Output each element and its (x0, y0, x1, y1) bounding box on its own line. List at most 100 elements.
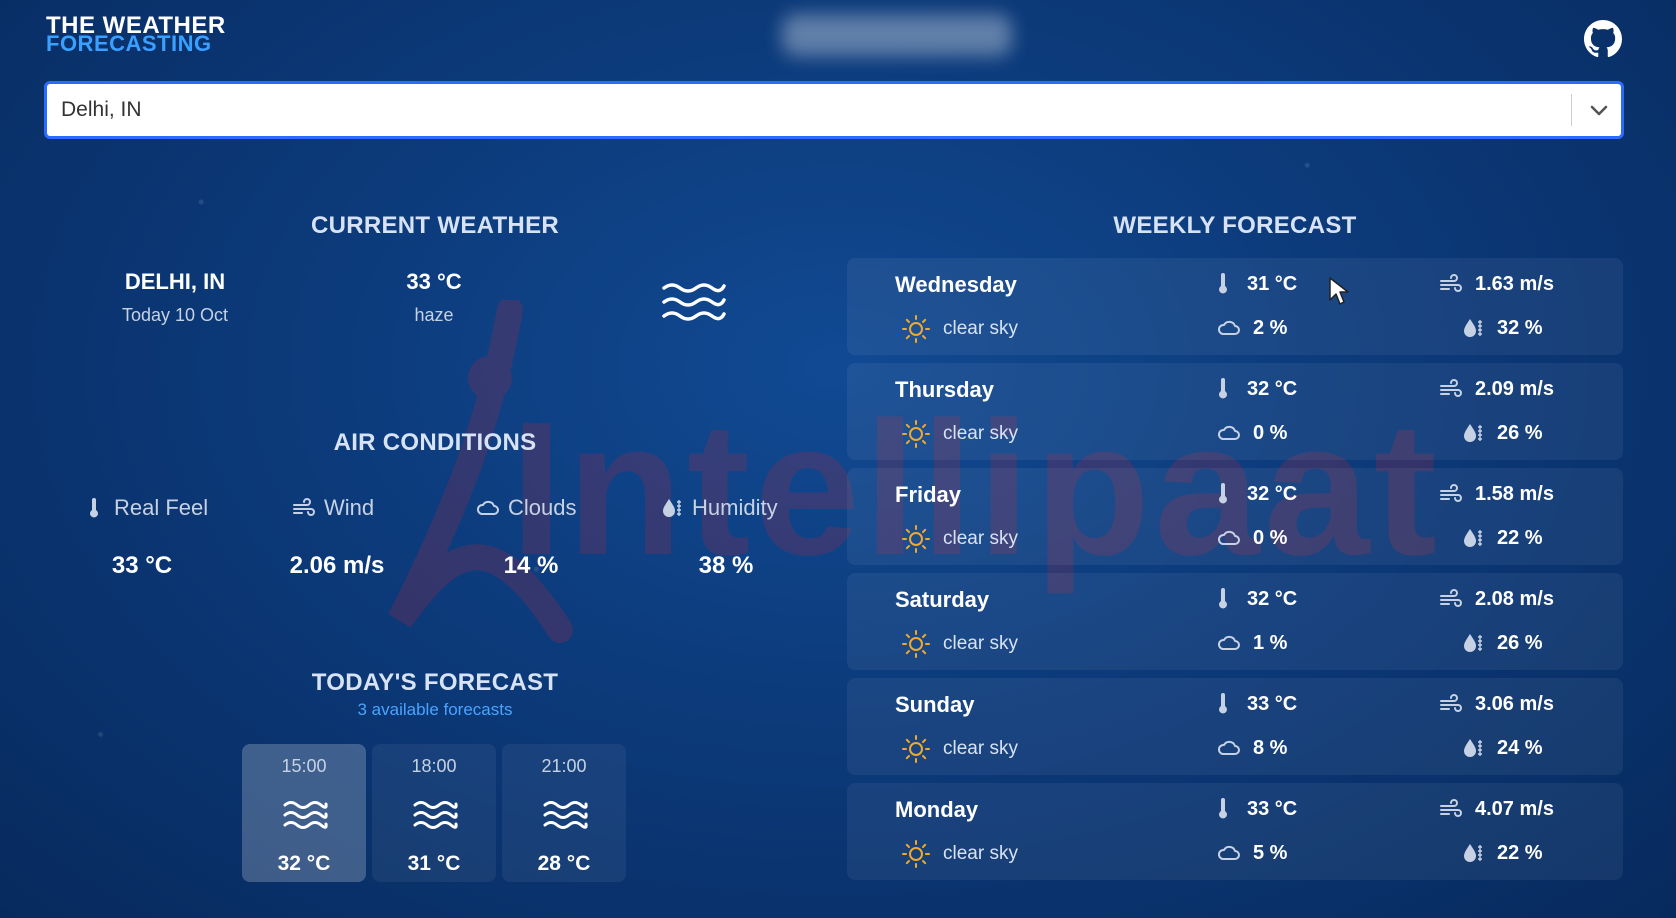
hourly-temperature: 28 °C (537, 852, 591, 875)
cloud-icon (1217, 320, 1240, 335)
forecast-condition-group: clear sky (901, 734, 1018, 764)
wind-icon (1440, 484, 1462, 502)
forecast-wind: 4.07 m/s (1475, 797, 1554, 820)
todays-forecast-subtitle: 3 available forecasts (357, 700, 513, 719)
forecast-wind: 3.06 m/s (1475, 692, 1554, 715)
humidity-label-group: Humidity (660, 494, 778, 522)
forecast-temperature-group: 32 °C (1211, 482, 1297, 506)
github-icon[interactable] (1584, 20, 1622, 58)
forecast-humidity-group: 26 % (1461, 421, 1543, 445)
thermometer-icon (90, 498, 98, 518)
wind-icon (1440, 694, 1462, 712)
forecast-condition-group: clear sky (901, 524, 1018, 554)
real-feel-label: Real Feel (114, 495, 209, 520)
sun-icon (902, 840, 930, 868)
forecast-wind: 2.08 m/s (1475, 587, 1554, 610)
daily-forecast-row[interactable]: Wednesday clear sky 31 °C 1.63 m/s 2 % 3… (847, 258, 1623, 355)
hourly-temperature: 31 °C (407, 852, 461, 875)
forecast-wind-group: 3.06 m/s (1439, 692, 1554, 716)
forecast-humidity-group: 32 % (1461, 316, 1543, 340)
forecast-humidity: 22 % (1497, 526, 1543, 549)
wind-value: 2.06 m/s (289, 552, 385, 579)
daily-forecast-row[interactable]: Friday clear sky 32 °C 1.58 m/s 0 % 22 % (847, 468, 1623, 565)
forecast-condition: clear sky (943, 633, 1018, 654)
humidity-label: Humidity (692, 495, 778, 520)
forecast-humidity-group: 22 % (1461, 841, 1543, 865)
app-logo[interactable]: THE WEATHER FORECASTING (46, 14, 226, 56)
current-temperature: 33 °C (406, 269, 462, 294)
forecast-clouds: 0 % (1253, 526, 1288, 549)
hourly-forecast-card[interactable]: 21:00 28 °C (502, 744, 626, 882)
todays-forecast-title: TODAY'S FORECAST (311, 669, 559, 696)
thermometer-icon (1219, 273, 1227, 294)
daily-forecast-row[interactable]: Monday clear sky 33 °C 4.07 m/s 5 % 22 % (847, 783, 1623, 880)
forecast-humidity: 26 % (1497, 421, 1543, 444)
clouds-value: 14 % (503, 552, 559, 579)
haze-icon (543, 801, 588, 829)
cloud-icon (1217, 530, 1240, 545)
humidity-icon (663, 499, 681, 517)
humidity-icon (1464, 634, 1482, 652)
current-description: haze (414, 305, 454, 325)
forecast-humidity: 22 % (1497, 841, 1543, 864)
daily-forecast-row[interactable]: Sunday clear sky 33 °C 3.06 m/s 8 % 24 % (847, 678, 1623, 775)
city-search-input[interactable] (61, 92, 1541, 128)
header: THE WEATHER FORECASTING (0, 0, 1676, 80)
hourly-time: 21:00 (541, 756, 587, 776)
hourly-forecast-card[interactable]: 15:00 32 °C (242, 744, 366, 882)
current-city: DELHI, IN (124, 269, 226, 294)
forecast-day: Thursday (895, 377, 995, 402)
forecast-wind: 2.09 m/s (1475, 377, 1554, 400)
forecast-clouds-group: 5 % (1217, 841, 1287, 865)
forecast-condition: clear sky (943, 738, 1018, 759)
real-feel-label-group: Real Feel (82, 494, 208, 522)
sun-icon (902, 735, 930, 763)
forecast-day: Monday (895, 797, 979, 822)
forecast-wind-group: 4.07 m/s (1439, 797, 1554, 821)
clouds-label: Clouds (508, 495, 577, 520)
wind-label: Wind (324, 495, 375, 520)
chevron-down-icon[interactable] (1587, 98, 1611, 122)
forecast-wind-group: 2.08 m/s (1439, 587, 1554, 611)
wind-icon (293, 498, 315, 516)
forecast-temperature: 33 °C (1247, 797, 1298, 820)
blurred-area (782, 14, 1012, 56)
hourly-forecast-card[interactable]: 18:00 31 °C (372, 744, 496, 882)
current-date: Today 10 Oct (121, 305, 229, 325)
hourly-temperature: 32 °C (277, 852, 331, 875)
forecast-condition-group: clear sky (901, 314, 1018, 344)
humidity-icon (1464, 739, 1482, 757)
logo-line-2: FORECASTING (46, 31, 212, 56)
sun-icon (902, 420, 930, 448)
forecast-clouds: 0 % (1253, 421, 1288, 444)
forecast-temperature-group: 31 °C (1211, 272, 1297, 296)
watermark-swoosh (388, 300, 573, 643)
cloud-icon (1217, 635, 1240, 650)
sun-icon (902, 525, 930, 553)
daily-forecast-row[interactable]: Thursday clear sky 32 °C 2.09 m/s 0 % 26… (847, 363, 1623, 460)
wind-icon (1440, 589, 1462, 607)
forecast-condition: clear sky (943, 423, 1018, 444)
thermometer-icon (1219, 798, 1227, 819)
thermometer-icon (1219, 588, 1227, 609)
forecast-humidity: 24 % (1497, 736, 1543, 759)
forecast-wind-group: 1.63 m/s (1439, 272, 1554, 296)
forecast-clouds: 2 % (1253, 316, 1288, 339)
wind-icon (1440, 274, 1462, 292)
forecast-temperature-group: 32 °C (1211, 587, 1297, 611)
forecast-clouds-group: 0 % (1217, 421, 1287, 445)
forecast-clouds: 1 % (1253, 631, 1288, 654)
wind-icon (1440, 379, 1462, 397)
hourly-time: 15:00 (281, 756, 327, 776)
forecast-temperature: 31 °C (1247, 272, 1298, 295)
mouse-cursor-icon (1329, 277, 1349, 305)
forecast-day: Friday (895, 482, 962, 507)
sun-icon (902, 630, 930, 658)
forecast-condition-group: clear sky (901, 839, 1018, 869)
humidity-icon (1464, 844, 1482, 862)
haze-icon (283, 801, 328, 829)
daily-forecast-row[interactable]: Saturday clear sky 32 °C 2.08 m/s 1 % 26… (847, 573, 1623, 670)
forecast-condition: clear sky (943, 843, 1018, 864)
forecast-clouds-group: 1 % (1217, 631, 1287, 655)
city-search-select[interactable] (44, 81, 1624, 139)
